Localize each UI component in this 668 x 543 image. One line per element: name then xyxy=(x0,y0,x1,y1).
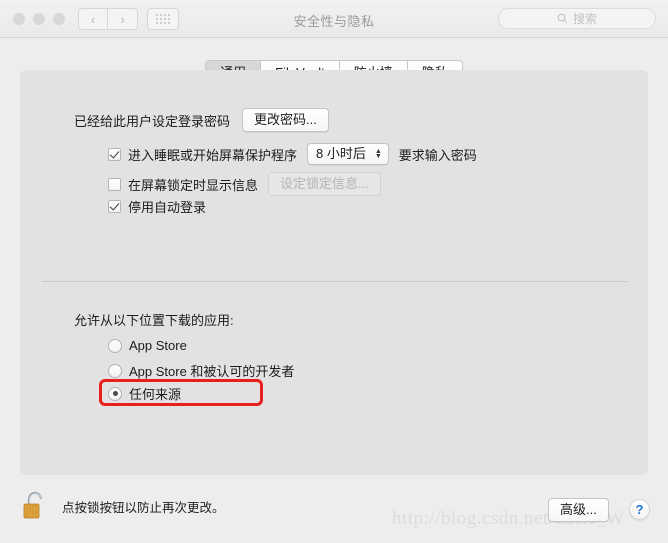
password-delay-value: 8 小时后 xyxy=(316,146,366,161)
password-status-label: 已经给此用户设定登录密码 xyxy=(74,113,231,129)
show-lock-message-label: 在屏幕锁定时显示信息 xyxy=(128,177,259,193)
radio-app-store-identified[interactable]: App Store 和被认可的开发者 xyxy=(108,361,294,380)
change-password-button[interactable]: 更改密码... xyxy=(242,108,329,132)
show-lock-message-checkbox[interactable] xyxy=(108,177,121,191)
show-lock-message-row: 在屏幕锁定时显示信息 设定锁定信息... xyxy=(108,172,381,196)
require-password-row: 进入睡眠或开始屏幕保护程序 8 小时后 ▲ ▼ 要求输入密码 xyxy=(108,143,477,165)
chevron-updown-icon: ▲ ▼ xyxy=(374,147,382,160)
preferences-panel: 已经给此用户设定登录密码 更改密码... 进入睡眠或开始屏幕保护程序 8 小时后… xyxy=(20,70,648,475)
unlocked-padlock-icon[interactable] xyxy=(22,490,48,522)
disable-auto-login-label: 停用自动登录 xyxy=(128,200,207,215)
lock-hint-text: 点按锁按钮以防止再次更改。 xyxy=(62,500,225,515)
require-password-checkbox[interactable] xyxy=(108,147,121,161)
disable-auto-login-row: 停用自动登录 xyxy=(108,197,206,216)
set-lock-message-button: 设定锁定信息... xyxy=(268,172,381,196)
lock-row: 点按锁按钮以防止再次更改。 xyxy=(22,490,225,522)
advanced-button[interactable]: 高级... xyxy=(548,498,609,522)
search-icon xyxy=(557,13,568,24)
password-status-row: 已经给此用户设定登录密码 更改密码... xyxy=(74,108,329,132)
app-store-identified-label: App Store 和被认可的开发者 xyxy=(129,364,295,379)
help-button[interactable]: ? xyxy=(629,499,650,520)
app-store-label: App Store xyxy=(129,338,187,353)
anywhere-label: 任何来源 xyxy=(129,387,182,402)
radio-anywhere[interactable]: 任何来源 xyxy=(108,384,181,403)
download-heading-label: 允许从以下位置下载的应用: xyxy=(74,313,234,328)
app-store-radio[interactable] xyxy=(108,338,122,353)
window-titlebar: ‹ › 安全性与隐私 搜索 xyxy=(0,0,668,38)
password-delay-popup[interactable]: 8 小时后 ▲ ▼ xyxy=(307,143,389,165)
section-divider xyxy=(42,281,628,282)
require-password-suffix-label: 要求输入密码 xyxy=(398,147,477,163)
anywhere-radio[interactable] xyxy=(108,386,122,401)
require-password-prefix-label: 进入睡眠或开始屏幕保护程序 xyxy=(128,147,298,163)
search-placeholder: 搜索 xyxy=(572,12,597,26)
download-section-heading: 允许从以下位置下载的应用: xyxy=(74,310,234,329)
app-store-identified-radio[interactable] xyxy=(108,363,122,378)
search-input[interactable]: 搜索 xyxy=(498,8,656,29)
radio-app-store[interactable]: App Store xyxy=(108,338,187,353)
disable-auto-login-checkbox[interactable] xyxy=(108,200,121,213)
